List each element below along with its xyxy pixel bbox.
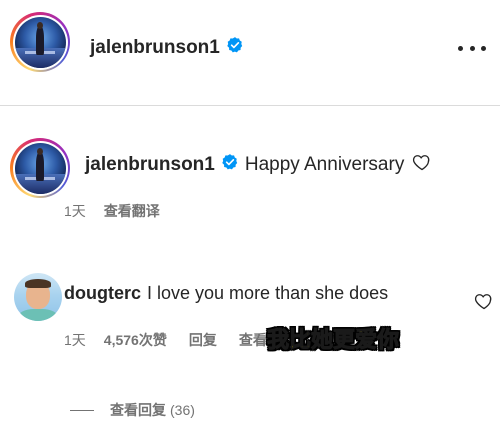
replies-divider xyxy=(70,409,94,411)
comment-author-avatar[interactable] xyxy=(14,273,62,321)
caption-author-avatar[interactable] xyxy=(10,138,70,198)
post-author-row: jalenbrunson1 xyxy=(90,36,244,59)
heart-icon[interactable] xyxy=(474,291,494,311)
post-author-username[interactable]: jalenbrunson1 xyxy=(90,37,220,59)
caption-timestamp: 1天 xyxy=(64,203,86,219)
caption-text: Happy Anniversary xyxy=(244,154,405,175)
translation-annotation: 我比她更爱你 xyxy=(266,328,400,354)
verified-icon xyxy=(221,153,239,177)
comment-text: I love you more than she does xyxy=(147,283,389,303)
caption-translate-link[interactable]: 查看翻译 xyxy=(104,201,160,221)
comment-likes-count[interactable]: 4,576次赞 xyxy=(104,330,167,350)
view-replies-button[interactable]: 查看回复 (36) xyxy=(70,400,195,420)
divider xyxy=(0,105,500,106)
heart-icon xyxy=(412,152,432,178)
comment: dougterc I love you more than she does xyxy=(64,283,388,304)
replies-count: (36) xyxy=(170,402,195,418)
caption: jalenbrunson1 Happy Anniversary xyxy=(85,152,432,178)
comment-reply-button[interactable]: 回复 xyxy=(189,330,217,350)
post-author-avatar[interactable] xyxy=(10,12,70,72)
verified-icon xyxy=(226,36,244,59)
view-replies-label: 查看回复 xyxy=(110,402,166,418)
post-header: jalenbrunson1 xyxy=(0,0,500,105)
caption-author-username[interactable]: jalenbrunson1 xyxy=(85,154,215,176)
comment-timestamp: 1天 xyxy=(64,332,86,348)
more-options-icon[interactable] xyxy=(458,38,486,58)
comment-author-username[interactable]: dougterc xyxy=(64,283,141,304)
caption-meta: 1天 查看翻译 xyxy=(64,201,182,221)
